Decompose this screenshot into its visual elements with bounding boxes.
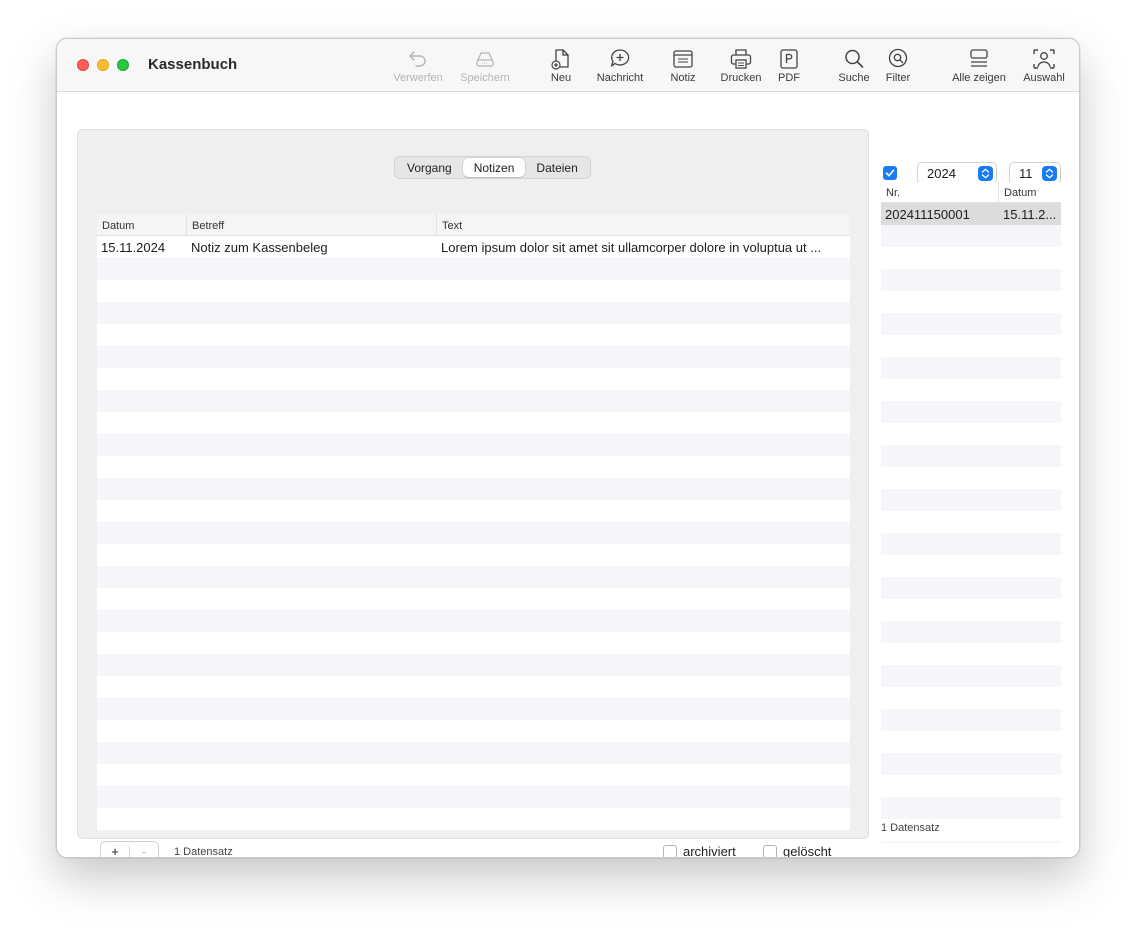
zoom-window-button[interactable] xyxy=(117,59,129,71)
month-value: 11 xyxy=(1019,166,1033,181)
records-list-body: 202411150001 15.11.2... xyxy=(881,203,1061,843)
selection-label: Auswahl xyxy=(1023,72,1065,84)
app-window: Kassenbuch Verwerfen Speichern Neu Nachr… xyxy=(56,38,1080,858)
note-label: Notiz xyxy=(670,72,696,84)
new-label: Neu xyxy=(550,72,572,84)
minimize-window-button[interactable] xyxy=(97,59,109,71)
window-title: Kassenbuch xyxy=(148,56,238,73)
up-down-chevron-icon xyxy=(1042,166,1057,181)
deleted-checkbox-box[interactable] xyxy=(763,844,777,857)
up-down-chevron-icon xyxy=(978,166,993,181)
records-list-header: Nr. Datum xyxy=(881,182,1061,203)
cell-datum: 15.11.2... xyxy=(1003,207,1057,222)
month-popup[interactable]: 11 xyxy=(1009,162,1061,184)
filter-button[interactable]: Filter xyxy=(882,47,914,89)
cell-text: Lorem ipsum dolor sit amet sit ullamcorp… xyxy=(441,240,822,255)
notes-table: Datum Betreff Text 15.11.2024 Notiz zum … xyxy=(97,214,850,831)
remove-record-button[interactable]: - xyxy=(130,844,158,857)
notes-record-count: 1 Datensatz xyxy=(174,846,233,858)
column-header-betreff[interactable]: Betreff xyxy=(187,214,437,235)
titlebar: Kassenbuch Verwerfen Speichern Neu Nachr… xyxy=(57,39,1079,92)
list-all-icon xyxy=(970,49,988,67)
print-label: Drucken xyxy=(720,72,762,84)
tab-switcher: Vorgang Notizen Dateien xyxy=(394,156,591,179)
column-header-nr[interactable]: Nr. xyxy=(881,182,999,202)
note-button[interactable]: Notiz xyxy=(666,47,700,89)
records-list: Nr. Datum 202411150001 15.11.2... xyxy=(881,182,1061,844)
new-button[interactable]: Neu xyxy=(546,47,576,89)
tab-notizen[interactable]: Notizen xyxy=(462,158,526,177)
year-popup[interactable]: 2024 xyxy=(917,162,997,184)
undo-arrow-icon xyxy=(409,51,426,67)
archived-checkbox[interactable]: archiviert xyxy=(663,844,736,858)
year-value: 2024 xyxy=(927,166,956,181)
tab-vorgang[interactable]: Vorgang xyxy=(396,158,463,177)
search-icon xyxy=(845,49,864,68)
table-row[interactable]: 15.11.2024 Notiz zum Kassenbeleg Lorem i… xyxy=(97,236,850,258)
message-button[interactable]: Nachricht xyxy=(593,47,647,89)
discard-label: Verwerfen xyxy=(393,72,443,84)
list-item[interactable]: 202411150001 15.11.2... xyxy=(881,203,1061,225)
add-remove-control: + - xyxy=(100,841,159,857)
archived-label: archiviert xyxy=(683,844,736,858)
print-button[interactable]: Drucken xyxy=(718,47,764,89)
close-window-button[interactable] xyxy=(77,59,89,71)
save-button[interactable]: Speichern xyxy=(457,47,513,89)
column-header-text[interactable]: Text xyxy=(437,214,850,235)
new-document-icon xyxy=(551,49,569,70)
cell-betreff: Notiz zum Kassenbeleg xyxy=(191,240,328,255)
discard-button[interactable]: Verwerfen xyxy=(391,47,445,89)
person-viewfinder-icon xyxy=(1033,49,1055,69)
records-count: 1 Datensatz xyxy=(881,822,940,834)
column-header-datum[interactable]: Datum xyxy=(97,214,187,235)
search-button[interactable]: Suche xyxy=(836,47,872,89)
tab-panel: Datum Betreff Text 15.11.2024 Notiz zum … xyxy=(77,129,869,857)
filter-label: Filter xyxy=(885,72,911,84)
message-plus-icon xyxy=(610,49,630,67)
note-icon xyxy=(673,50,693,68)
pdf-icon xyxy=(780,49,798,69)
notes-table-body: 15.11.2024 Notiz zum Kassenbeleg Lorem i… xyxy=(97,236,850,831)
checkmark-icon xyxy=(885,169,895,177)
column-header-datum[interactable]: Datum xyxy=(999,182,1061,202)
message-label: Nachricht xyxy=(596,72,644,84)
selection-button[interactable]: Auswahl xyxy=(1019,47,1069,89)
tab-dateien[interactable]: Dateien xyxy=(525,158,588,177)
notes-bottom-bar: + - 1 Datensatz archiviert gelöscht xyxy=(97,840,850,858)
drive-icon xyxy=(476,52,494,67)
printer-icon xyxy=(730,49,752,69)
filter-search-icon xyxy=(888,48,908,68)
notes-table-header: Datum Betreff Text xyxy=(97,214,850,236)
cell-datum: 15.11.2024 xyxy=(101,240,166,255)
pdf-label: PDF xyxy=(778,72,800,84)
deleted-checkbox[interactable]: gelöscht xyxy=(763,844,832,858)
save-label: Speichern xyxy=(460,72,510,84)
archived-checkbox-box[interactable] xyxy=(663,844,677,857)
cell-nr: 202411150001 xyxy=(885,207,970,222)
search-label: Suche xyxy=(838,72,870,84)
content-area: Datum Betreff Text 15.11.2024 Notiz zum … xyxy=(57,92,1079,857)
show-all-label: Alle zeigen xyxy=(952,72,1006,84)
show-all-button[interactable]: Alle zeigen xyxy=(948,47,1010,89)
pdf-button[interactable]: PDF xyxy=(775,47,803,89)
period-filter-checkbox[interactable] xyxy=(883,166,897,180)
deleted-label: gelöscht xyxy=(783,844,832,858)
add-record-button[interactable]: + xyxy=(101,844,129,857)
